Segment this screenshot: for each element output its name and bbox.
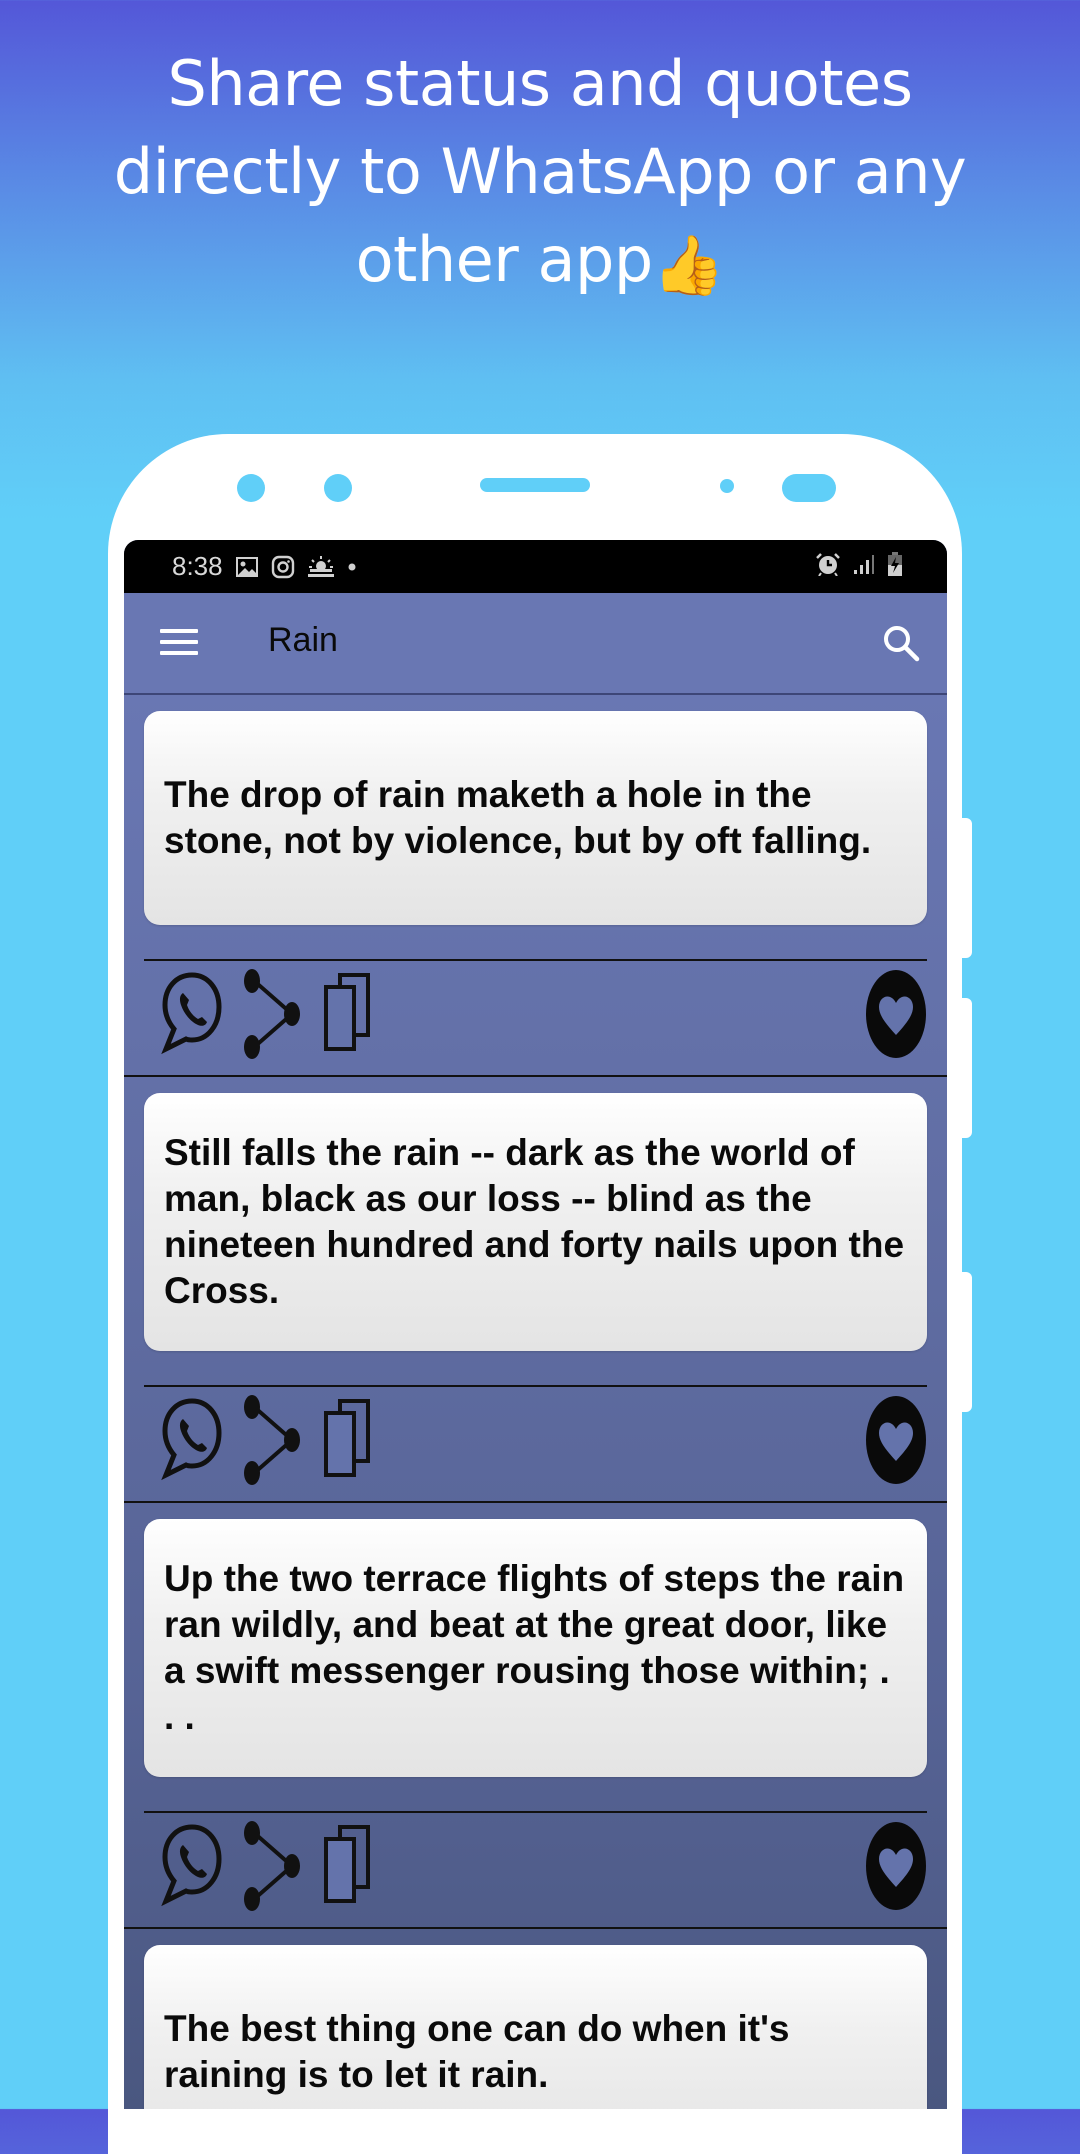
quote-text: The best thing one can do when it's rain…: [164, 2008, 790, 2095]
status-right-icons: [815, 540, 903, 593]
share-icon[interactable]: [240, 969, 304, 1059]
volume-up-button: [960, 818, 972, 958]
quote-card[interactable]: The best thing one can do when it's rain…: [144, 1945, 927, 2109]
quote-text: The drop of rain maketh a hole in the st…: [164, 774, 872, 861]
quote-actions: [144, 959, 927, 1075]
app-bar: Rain: [124, 593, 947, 695]
quote-actions: [144, 1385, 927, 1501]
power-button: [960, 1272, 972, 1412]
whatsapp-icon[interactable]: [160, 1821, 224, 1911]
thumbs-up-icon: 👍: [652, 231, 725, 299]
search-icon[interactable]: [881, 623, 921, 663]
front-camera-right: [782, 474, 836, 502]
headline-line-1: Share status and quotes: [167, 47, 913, 120]
quote-item: Still falls the rain -- dark as the worl…: [124, 1077, 947, 1503]
battery-charging-icon: [887, 552, 903, 581]
quote-text: Still falls the rain -- dark as the worl…: [164, 1132, 905, 1311]
whatsapp-icon[interactable]: [160, 1395, 224, 1485]
copy-icon[interactable]: [320, 969, 376, 1059]
gallery-icon: [235, 556, 259, 578]
headline-line-3: other app👍: [0, 216, 1080, 309]
quote-item: The drop of rain maketh a hole in the st…: [124, 695, 947, 1077]
proximity-sensor: [720, 479, 734, 493]
quote-card[interactable]: Up the two terrace flights of steps the …: [144, 1519, 927, 1777]
volume-down-button: [960, 998, 972, 1138]
favorite-heart-icon[interactable]: [865, 1395, 927, 1485]
alarm-icon: [815, 552, 841, 581]
notification-dot-icon: [347, 562, 357, 572]
copy-icon[interactable]: [320, 1821, 376, 1911]
promo-headline: Share status and quotes directly to What…: [0, 40, 1080, 309]
quote-list: The drop of rain maketh a hole in the st…: [124, 695, 947, 2109]
front-camera-left: [237, 474, 265, 502]
status-time: 8:38: [172, 551, 223, 581]
earpiece-speaker: [480, 478, 590, 492]
favorite-heart-icon[interactable]: [865, 1821, 927, 1911]
signal-icon: [853, 553, 875, 580]
quote-card[interactable]: The drop of rain maketh a hole in the st…: [144, 711, 927, 925]
front-sensor: [324, 474, 352, 502]
share-icon[interactable]: [240, 1395, 304, 1485]
favorite-heart-icon[interactable]: [865, 969, 927, 1059]
status-bar: 8:38: [124, 540, 947, 593]
hamburger-menu-icon[interactable]: [160, 629, 198, 657]
quote-item: Up the two terrace flights of steps the …: [124, 1503, 947, 1929]
weather-icon: [307, 555, 335, 578]
quote-card[interactable]: Still falls the rain -- dark as the worl…: [144, 1093, 927, 1351]
quote-text: Up the two terrace flights of steps the …: [164, 1558, 905, 1737]
whatsapp-icon[interactable]: [160, 969, 224, 1059]
headline-line-3-text: other app: [355, 223, 654, 296]
page-title: Rain: [268, 621, 338, 659]
instagram-icon: [271, 555, 295, 579]
quote-item: The best thing one can do when it's rain…: [124, 1929, 947, 2109]
quote-actions: [144, 1811, 927, 1927]
copy-icon[interactable]: [320, 1395, 376, 1485]
app-screen: 8:38 Rain The drop of rain maketh a hole…: [124, 540, 947, 2109]
headline-line-2: directly to WhatsApp or any: [113, 135, 967, 208]
share-icon[interactable]: [240, 1821, 304, 1911]
